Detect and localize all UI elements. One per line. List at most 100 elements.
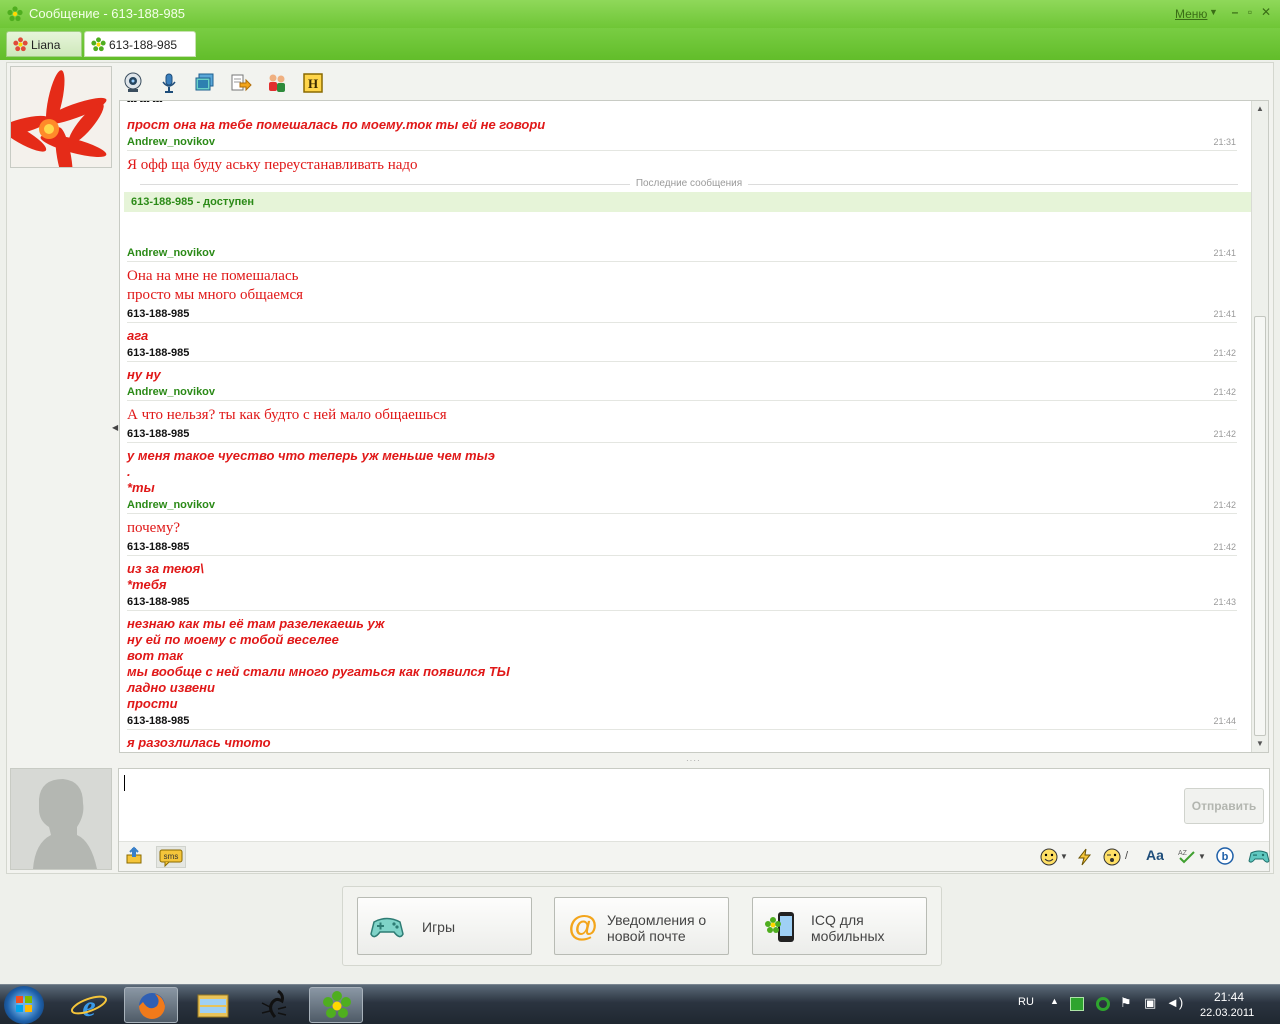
icq-taskbar-icon[interactable] [309, 987, 363, 1023]
windows-explorer-icon[interactable] [186, 987, 240, 1023]
clock-date[interactable]: 22.03.2011 [1200, 1007, 1254, 1019]
chevron-down-icon[interactable]: ▼ [1209, 7, 1218, 17]
screenshot-icon[interactable] [194, 72, 216, 94]
maximize-icon[interactable]: ▫ [1243, 5, 1257, 19]
message-time: 21:43 [1213, 597, 1236, 607]
menu-button[interactable]: Меню [1175, 7, 1207, 21]
svg-text:H: H [308, 76, 318, 91]
message-time: 21:41 [1213, 309, 1236, 319]
sms-icon: sms [159, 849, 183, 868]
divider [127, 610, 1237, 611]
minimize-icon[interactable]: – [1228, 5, 1242, 19]
message-time: 21:42 [1213, 348, 1236, 358]
scorpion-icon [261, 989, 287, 1018]
message-time: 21:42 [1213, 542, 1236, 552]
message-text: ага [127, 328, 149, 343]
message-sender: 613-188-985 [127, 541, 190, 553]
scorpion-app-icon[interactable] [248, 987, 302, 1023]
tray-icq-icon[interactable] [1096, 997, 1110, 1011]
message-text: *тебя [127, 577, 167, 592]
gamepad-icon[interactable] [1248, 847, 1270, 865]
status-banner: 613-188-985 - доступен [124, 192, 1251, 212]
last-messages-divider: Последние сообщения [140, 178, 1238, 190]
user-avatar[interactable] [10, 768, 112, 870]
tab-label: Liana [31, 38, 61, 52]
message-sender: 613-188-985 [127, 428, 190, 440]
message-text: из за теюя\ [127, 561, 204, 576]
lightning-icon[interactable] [1076, 848, 1094, 866]
add-contact-icon[interactable] [266, 72, 288, 94]
svg-text:b: b [1222, 851, 1229, 863]
gamepad-icon [370, 917, 404, 938]
b-icon[interactable]: b [1216, 847, 1234, 865]
scroll-down-icon[interactable]: ▼ [1256, 739, 1264, 748]
last-messages-label: Последние сообщения [629, 178, 749, 189]
history-icon[interactable]: H [302, 72, 324, 94]
font-icon[interactable]: Aa [1146, 847, 1164, 863]
divider [127, 555, 1237, 556]
message-text: Я офф ща буду аську переустанавливать на… [127, 157, 418, 173]
tab-613-188-985[interactable]: 613-188-985 [84, 31, 196, 57]
tray-app-icon[interactable] [1070, 997, 1084, 1011]
promo-label: Игры [422, 919, 456, 935]
title-bar[interactable]: Сообщение - 613-188-985 Меню ▼ – ▫ ✕ [0, 0, 1280, 28]
scroll-thumb[interactable] [1254, 316, 1266, 736]
taskbar: e RU ▲ ⚑ ▣ ◄) 21:44 22.03.2011 [0, 984, 1280, 1024]
message-time: 21:41 [1213, 248, 1236, 258]
message-text: А что нельзя? ты как будто с ней мало об… [127, 407, 447, 423]
default-avatar-icon [11, 769, 111, 869]
webcam-icon[interactable] [122, 72, 144, 94]
collapse-panel-icon[interactable]: ◀ [112, 423, 118, 432]
message-text: *ты [127, 480, 155, 495]
attach-contact-icon[interactable] [124, 846, 144, 866]
send-file-icon[interactable] [230, 72, 252, 94]
divider [127, 361, 1237, 362]
smiley-icon[interactable] [1040, 848, 1058, 866]
wink-dropdown-icon[interactable]: / [1125, 850, 1128, 862]
mail-notify-button[interactable]: @ Уведомления о новой почте [554, 897, 729, 955]
wink-icon[interactable] [1103, 848, 1121, 866]
divider [127, 322, 1237, 323]
svg-text:@: @ [568, 910, 597, 943]
start-orb-icon[interactable] [4, 986, 44, 1024]
input-toolbar [119, 841, 1269, 871]
spellcheck-dropdown-icon[interactable]: ▼ [1198, 852, 1206, 861]
send-button[interactable]: Отправить [1184, 788, 1264, 824]
mobile-icq-button[interactable]: ICQ для мобильных [752, 897, 927, 955]
icq-flower-icon [323, 991, 351, 1018]
splitter-handle[interactable]: ···· [686, 756, 701, 765]
message-sender: Andrew_novikov [127, 386, 216, 398]
divider [127, 513, 1237, 514]
volume-icon[interactable]: ◄) [1166, 995, 1183, 1010]
message-text: ну ну [127, 367, 161, 382]
flag-icon[interactable]: ⚑ [1120, 995, 1132, 1011]
clock-time[interactable]: 21:44 [1214, 990, 1244, 1004]
message-sender: 613-188-985 [127, 715, 190, 727]
message-text: почему? [127, 520, 180, 536]
message-text: . [127, 464, 131, 479]
tab-liana[interactable]: Liana [6, 31, 82, 57]
close-icon[interactable]: ✕ [1259, 5, 1273, 19]
spellcheck-icon[interactable]: AZ [1176, 847, 1198, 865]
language-indicator[interactable]: RU [1018, 996, 1034, 1008]
microphone-icon[interactable] [158, 72, 180, 94]
internet-explorer-icon[interactable]: e [62, 987, 116, 1023]
svg-text:AZ: AZ [1178, 850, 1188, 857]
tray-expand-icon[interactable]: ▲ [1050, 996, 1059, 1006]
message-text: просто мы много общаемся [127, 287, 304, 303]
message-text: Она на мне не помешалась [127, 268, 299, 284]
chat-scrollbar[interactable]: ▲ ▼ [1251, 101, 1268, 752]
firefox-icon[interactable] [124, 987, 178, 1023]
message-sender: Andrew_novikov [127, 499, 216, 511]
tab-label: 613-188-985 [109, 38, 178, 52]
chat-history[interactable]: --- --- --- прост она на тебе помешалась… [119, 100, 1269, 753]
network-icon[interactable]: ▣ [1144, 995, 1156, 1011]
contact-avatar[interactable] [10, 66, 112, 168]
games-button[interactable]: Игры [357, 897, 532, 955]
message-sender: 613-188-985 [127, 596, 190, 608]
sms-button[interactable]: sms [156, 846, 186, 868]
message-text: прост она на тебе помешалась по моему.то… [127, 117, 546, 132]
scroll-up-icon[interactable]: ▲ [1256, 104, 1264, 113]
smiley-dropdown-icon[interactable]: ▼ [1060, 852, 1068, 861]
message-sender: Andrew_novikov [127, 247, 216, 259]
